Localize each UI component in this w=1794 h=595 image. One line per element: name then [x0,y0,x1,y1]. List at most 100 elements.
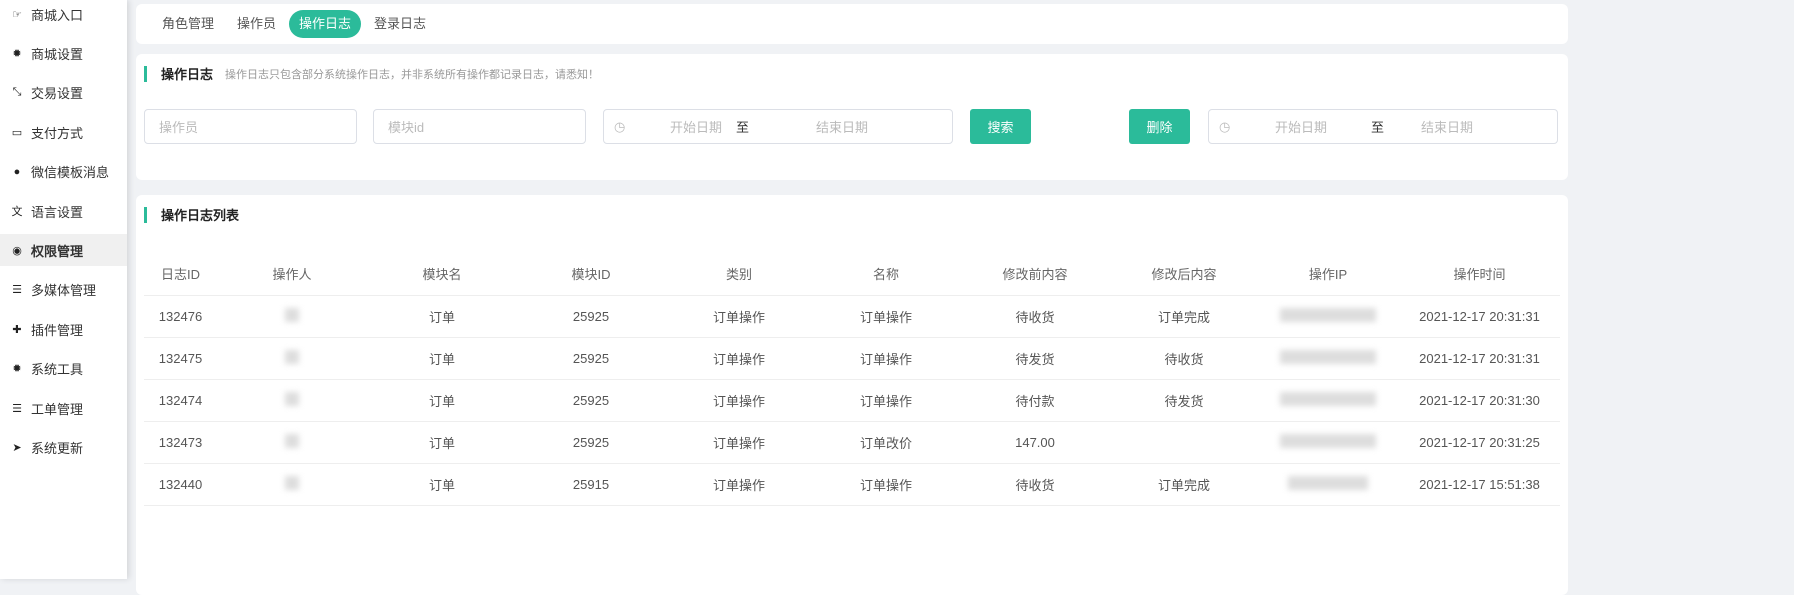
operator-placeholder: 操作员 [159,120,199,135]
cell-time: 2021-12-17 15:51:38 [1399,463,1560,506]
cell-type: 订单操作 [665,463,813,506]
sidebar-item-label: 多媒体管理 [31,283,97,299]
list-title: 操作日志列表 [161,208,240,223]
cell-before: 147.00 [959,421,1111,464]
cell-time: 2021-12-17 20:31:31 [1399,337,1560,380]
sidebar-item-label: 交易设置 [31,86,84,102]
cell-module: 订单 [367,421,517,464]
cell-after: 待发货 [1111,379,1257,422]
sidebar-item[interactable]: ● 微信模板消息 [0,156,127,188]
table-row: 132474 订单 25925 订单操作 订单操作 待付款 待发货 2021-12-17 20… [144,379,1560,422]
hand-pointer-icon: ☞ [12,8,22,21]
table-row: 132440 订单 25915 订单操作 订单操作 待收货 订单完成 2021-12-17 1… [144,463,1560,506]
start-date[interactable]: 开始日期 [670,117,722,136]
sidebar-item-label: 系统工具 [31,362,84,378]
clock-icon: ◷ [1219,118,1231,134]
column-header: 修改后内容 [1111,253,1257,296]
date-range-picker[interactable]: ◷ 开始日期 至 结束日期 [603,109,953,144]
redacted-block [1280,391,1376,406]
cell-id: 132475 [144,337,217,380]
table-row: 132475 订单 25925 订单操作 订单操作 待发货 待收货 2021-12-17 20… [144,337,1560,380]
operator-input[interactable]: 操作员 [144,109,357,144]
redacted-block [1288,475,1368,490]
tab[interactable]: 角色管理 [152,10,224,38]
sidebar-item[interactable]: ➤ 系统更新 [0,431,127,463]
redacted-block [1280,433,1376,448]
sidebar-item[interactable]: ◉ 权限管理 [0,234,127,267]
sidebar-item[interactable]: ▭ 支付方式 [0,116,127,148]
cell-time: 2021-12-17 20:31:31 [1399,295,1560,338]
sidebar-item[interactable]: ⤡ 交易设置 [0,77,127,109]
module-id-input[interactable]: 模块id [373,109,586,144]
cell-operator-redacted [217,421,367,464]
sidebar-item[interactable]: ☞ 商城入口 [0,0,127,30]
delete-button[interactable]: 删除 [1129,109,1190,144]
cell-operator-redacted [217,295,367,338]
tab[interactable]: 操作日志 [289,10,362,38]
cell-time: 2021-12-17 20:31:25 [1399,421,1560,464]
cell-module-id: 25925 [517,421,665,464]
gear-icon: ✹ [12,363,22,376]
sidebar-item-label: 插件管理 [31,322,84,338]
cell-module-id: 25925 [517,337,665,380]
filter-panel: 操作日志 操作日志只包含部分系统操作日志，并非系统所有操作都记录日志，请悉知！ … [136,54,1568,180]
end-date[interactable]: 结束日期 [1421,117,1473,136]
cell-id: 132440 [144,463,217,506]
cell-ip-redacted [1257,421,1399,464]
sidebar: ☞ 商城入口 ✹ 商城设置 ⤡ 交易设置 ▭ 支付方式 ● 微信模板消息⽂语言设置 ◉ 权限管理 ☰ 多媒… [0,0,127,579]
redacted-block [1280,307,1376,322]
range-separator: 至 [1371,120,1385,135]
gamepad-icon: ◉ [12,244,22,257]
credit-card-icon: ▭ [11,126,23,139]
cell-operator-redacted [217,337,367,380]
redacted-block [1280,349,1376,364]
delete-date-range-picker[interactable]: ◷ 开始日期 至 结束日期 [1208,109,1558,144]
cell-ip-redacted [1257,337,1399,380]
cell-after: 订单完成 [1111,463,1257,506]
column-header: 修改前内容 [959,253,1111,296]
redacted-block [285,475,299,490]
cell-operator-redacted [217,463,367,506]
search-button[interactable]: 搜索 [970,109,1031,144]
tab[interactable]: 操作员 [227,10,286,38]
sidebar-item[interactable]: ✹ 商城设置 [0,37,127,69]
cell-ip-redacted [1257,463,1399,506]
list-icon: ☰ [12,402,22,415]
end-date[interactable]: 结束日期 [816,117,868,136]
redacted-block [285,307,299,322]
sidebar-item-label: 商城入口 [31,7,84,23]
tab[interactable]: 登录日志 [364,10,436,38]
redacted-block [285,349,299,364]
start-date[interactable]: 开始日期 [1275,117,1327,136]
cell-id: 132473 [144,421,217,464]
cell-ip-redacted [1257,295,1399,338]
cell-module: 订单 [367,337,517,380]
sidebar-item-label: 商城设置 [31,46,84,62]
cell-name: 订单操作 [813,337,959,380]
column-header: 操作IP [1257,253,1399,296]
column-header: 模块名 [367,253,517,296]
sidebar-item[interactable]: ✹ 系统工具 [0,353,127,385]
cell-type: 订单操作 [665,295,813,338]
column-header: 类别 [665,253,813,296]
list-icon: ☰ [12,284,22,297]
column-header: 操作时间 [1399,253,1560,296]
cell-module: 订单 [367,295,517,338]
cell-after [1111,421,1257,464]
cell-name: 订单改价 [813,421,959,464]
cell-name: 订单操作 [813,379,959,422]
sidebar-item-label: 工单管理 [31,401,84,417]
cell-name: 订单操作 [813,463,959,506]
wechat-icon: ● [13,165,21,178]
cell-module-id: 25925 [517,295,665,338]
table-row: 132476 订单 25925 订单操作 订单操作 待收货 订单完成 2021-12-17 2… [144,295,1560,338]
column-header: 操作人 [217,253,367,296]
title-accent [144,206,147,223]
sidebar-item[interactable]: ☰ 多媒体管理 [0,274,127,306]
sidebar-item[interactable]: ☰ 工单管理 [0,392,127,424]
column-header: 模块ID [517,253,665,296]
sidebar-item[interactable]: ✚ 插件管理 [0,313,127,345]
sidebar-item[interactable]: ⽂语言设置 [0,195,127,227]
table-row: 132473 订单 25925 订单操作 订单改价 147.00 2021-12-17 20… [144,421,1560,464]
log-table: 日志ID 操作人 模块名 模块ID 类别 名称 修改前内容 修改后内容 操作IP 操作时间 132… [144,253,1560,506]
